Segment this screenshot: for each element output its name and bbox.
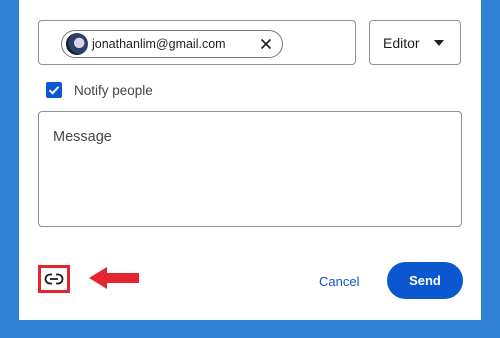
recipient-chip[interactable]: jonathanlim@gmail.com [61,30,283,58]
notify-option: Notify people [46,80,153,100]
caret-down-icon [433,39,444,46]
role-dropdown[interactable]: Editor [369,20,461,65]
message-field[interactable]: Message [38,111,462,227]
cancel-button[interactable]: Cancel [311,267,367,295]
share-dialog: jonathanlim@gmail.com Editor Notify peop… [19,0,481,320]
checkmark-icon [48,86,60,95]
notify-checkbox[interactable] [46,82,62,98]
annotation-arrow-icon [89,267,139,289]
recipient-input[interactable]: jonathanlim@gmail.com [38,20,356,65]
recipient-email: jonathanlim@gmail.com [92,37,226,51]
user-avatar-icon [66,33,88,55]
send-button[interactable]: Send [387,262,463,299]
link-icon [44,273,64,285]
close-icon[interactable] [258,36,274,52]
notify-label: Notify people [74,82,153,98]
message-placeholder: Message [53,129,112,145]
role-selected: Editor [383,34,420,51]
copy-link-button[interactable] [38,265,70,293]
